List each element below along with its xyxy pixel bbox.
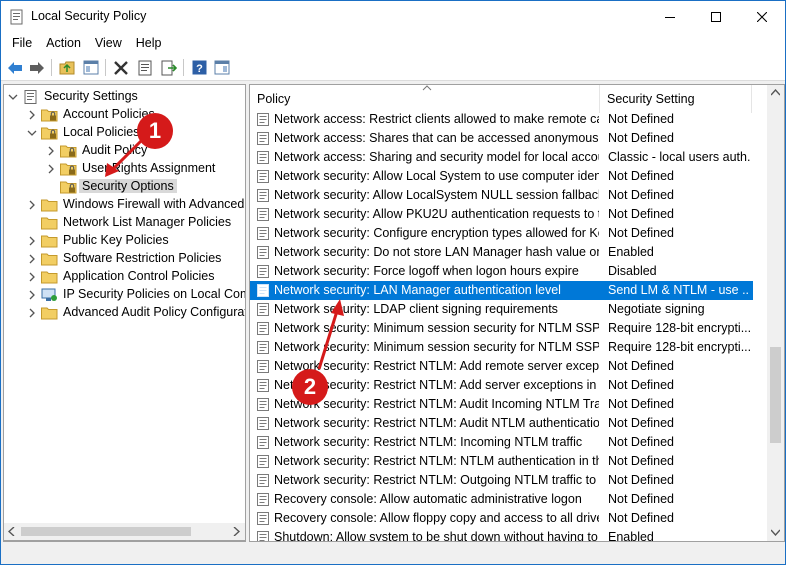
annotation-arrows	[105, 139, 344, 370]
local-security-policy-window: Local Security Policy File Action View H…	[0, 0, 786, 565]
annotation-badge-2: 2	[292, 369, 328, 405]
annotation-badge-1: 1	[137, 113, 173, 149]
